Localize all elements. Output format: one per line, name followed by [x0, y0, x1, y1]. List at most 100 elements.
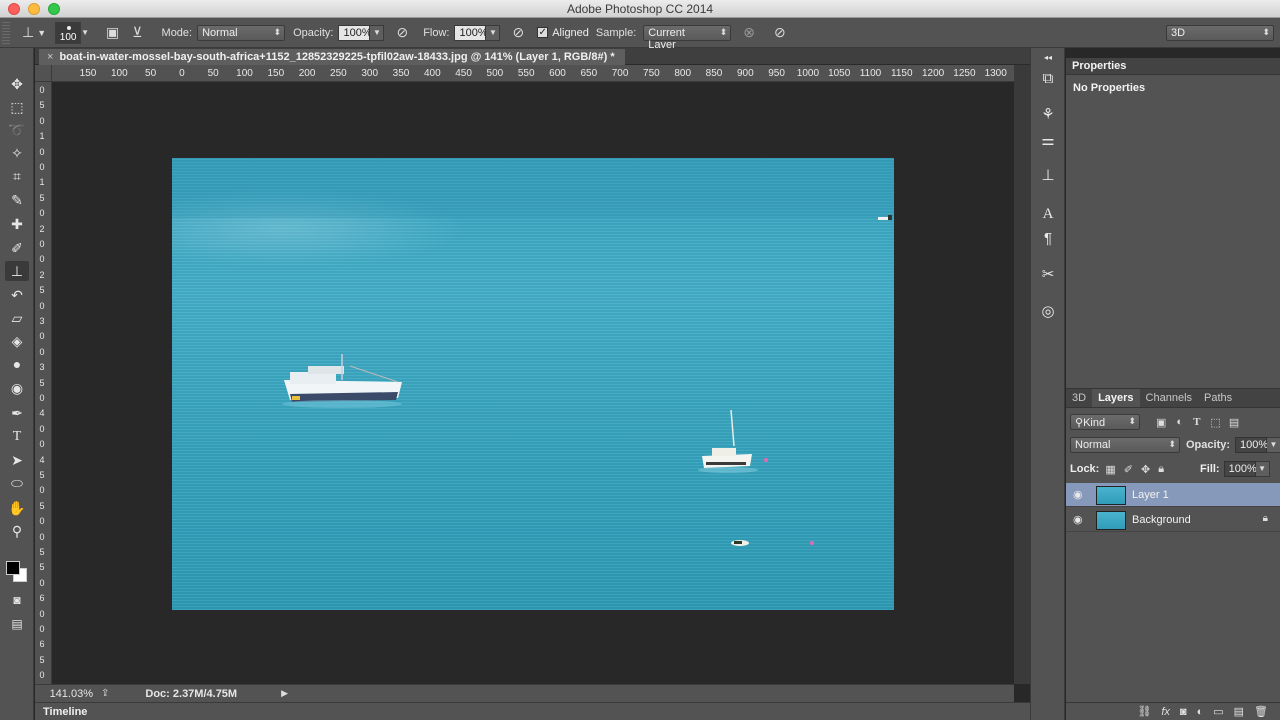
magic-wand-tool-icon[interactable]: ✧	[5, 143, 29, 163]
crop-tool-icon[interactable]: ⌗	[5, 166, 29, 186]
healing-brush-tool-icon[interactable]: ✚	[5, 214, 29, 234]
libraries-panel-icon[interactable]: ◎	[1037, 301, 1059, 323]
tab-layers[interactable]: Layers	[1092, 389, 1140, 407]
character-panel-icon[interactable]: A	[1037, 203, 1059, 225]
close-document-icon[interactable]: ×	[47, 51, 53, 63]
properties-panel-title[interactable]: Properties	[1066, 58, 1280, 75]
pressure-size-icon[interactable]: ⊘	[774, 24, 786, 41]
document-tab[interactable]: × boat-in-water-mossel-bay-south-africa+1…	[39, 49, 625, 65]
tab-channels[interactable]: Channels	[1140, 389, 1198, 407]
path-selection-tool-icon[interactable]: ➤	[5, 450, 29, 470]
filter-shape-icon[interactable]: ⬚	[1210, 416, 1220, 429]
new-group-icon[interactable]: ▭	[1213, 705, 1223, 718]
tab-3d[interactable]: 3D	[1066, 389, 1092, 407]
hand-tool-icon[interactable]: ✋	[5, 498, 29, 518]
lasso-tool-icon[interactable]: ➰	[5, 120, 29, 140]
clone-stamp-tool-icon[interactable]: ⊥	[5, 261, 29, 281]
add-mask-icon[interactable]: ◙	[1180, 706, 1187, 718]
brush-tool-icon[interactable]: ✐	[5, 238, 29, 258]
delete-layer-icon[interactable]: 🗑︎	[1254, 705, 1268, 718]
lock-pixels-icon[interactable]: ✐	[1124, 463, 1133, 476]
layer-opacity-input[interactable]: 100%	[1235, 437, 1268, 453]
vertical-ruler[interactable]: 0 5 0 1 0 0 1 5 0 2 0 0 2 5 0 3 0 0 3 5 0 4 0 0 4 5 0 5 0 0 5 5 0 6 0 0 6 5 0	[35, 82, 52, 684]
history-panel-icon[interactable]: ⧉	[1037, 68, 1059, 90]
clone-source-panel-icon[interactable]: ⊻	[132, 24, 142, 41]
blend-mode-select[interactable]: Normal	[1070, 437, 1180, 453]
ellipse-tool-icon[interactable]: ⬭	[5, 473, 29, 493]
marquee-tool-icon[interactable]: ⬚	[5, 97, 29, 117]
link-layers-icon[interactable]: ⛓	[1137, 705, 1151, 718]
history-brush-tool-icon[interactable]: ↶	[5, 285, 29, 305]
horizontal-ruler[interactable]: 150 100 50 0 50 100 150 200 250 300 350 400 450 500 55…	[52, 65, 1014, 82]
brush-presets-panel-icon[interactable]: ⚘	[1037, 104, 1059, 126]
opacity-slider-toggle[interactable]: ▼	[370, 24, 385, 41]
canvas-area[interactable]	[52, 82, 1014, 684]
filter-adjustment-icon[interactable]: ◐	[1176, 416, 1183, 428]
aligned-checkbox[interactable]: ✓	[537, 27, 549, 38]
airbrush-icon[interactable]: ⊘	[512, 24, 524, 41]
fill-input[interactable]: 100%	[1223, 461, 1257, 477]
type-tool-icon[interactable]: T	[5, 427, 29, 447]
workspace-select[interactable]: 3D	[1166, 25, 1274, 41]
ignore-adjustment-layers-icon[interactable]: ⊗	[743, 24, 755, 41]
paragraph-panel-icon[interactable]: ¶	[1037, 228, 1059, 250]
screen-mode-icon[interactable]: ▤	[5, 614, 29, 634]
eraser-tool-icon[interactable]: ▱	[5, 308, 29, 328]
layer-opacity-toggle[interactable]: ▼	[1267, 437, 1280, 453]
preset-picker-arrow-icon[interactable]: ▼	[37, 28, 46, 38]
aligned-label: Aligned	[552, 26, 589, 39]
layer-filter-select[interactable]: ⚲Kind	[1070, 414, 1140, 430]
brush-preset-picker[interactable]: 100	[55, 21, 82, 44]
dodge-tool-icon[interactable]: ◉	[5, 378, 29, 398]
flow-slider-toggle[interactable]: ▼	[486, 24, 501, 41]
eyedropper-tool-icon[interactable]: ✎	[5, 190, 29, 210]
options-bar-grip[interactable]	[2, 21, 10, 44]
filter-smart-object-icon[interactable]: ▤	[1229, 416, 1239, 429]
timeline-tab[interactable]: Timeline	[43, 706, 87, 718]
fill-toggle[interactable]: ▼	[1255, 461, 1270, 477]
mode-select[interactable]: Normal	[197, 24, 286, 41]
zoom-tool-icon[interactable]: ⚲	[5, 521, 29, 541]
lock-all-icon[interactable]: 🔒︎	[1158, 463, 1164, 476]
clone-stamp-tool-preset-icon[interactable]: ⊥	[22, 24, 34, 41]
tool-presets-panel-icon[interactable]: ✂	[1037, 264, 1059, 286]
lock-position-icon[interactable]: ✥	[1141, 463, 1150, 476]
layer-style-icon[interactable]: fx	[1161, 706, 1170, 718]
pen-tool-icon[interactable]: ✒	[5, 403, 29, 423]
move-tool-icon[interactable]: ✥	[5, 74, 29, 94]
status-menu-arrow-icon[interactable]: ▶	[281, 688, 288, 699]
layer-thumbnail[interactable]	[1096, 511, 1126, 530]
layer-name[interactable]: Layer 1	[1132, 489, 1169, 501]
layer-name[interactable]: Background	[1132, 514, 1191, 526]
clone-source-panel-icon[interactable]: ⊥	[1037, 165, 1059, 187]
ruler-tick-label: 0	[39, 423, 45, 434]
zoom-level[interactable]: 141.03%	[35, 688, 93, 700]
layer-thumbnail[interactable]	[1096, 486, 1126, 505]
layer-lock-icon[interactable]: 🔒︎	[1263, 513, 1268, 524]
vertical-scrollbar[interactable]	[1014, 65, 1030, 684]
adjustments-panel-icon[interactable]: ⚌	[1037, 130, 1059, 152]
document-image[interactable]	[172, 158, 894, 610]
pressure-opacity-icon[interactable]: ⊘	[396, 24, 408, 41]
filter-type-icon[interactable]: T	[1193, 416, 1200, 428]
new-layer-icon[interactable]: ▤	[1234, 705, 1244, 718]
share-icon[interactable]: ⇪	[101, 688, 109, 699]
visibility-eye-icon[interactable]: ◉	[1073, 488, 1085, 501]
quick-mask-icon[interactable]: ◙	[5, 590, 29, 610]
blur-tool-icon[interactable]: ●	[5, 354, 29, 374]
sample-select[interactable]: Current Layer	[643, 24, 732, 51]
flow-input[interactable]: 100%	[454, 24, 488, 41]
brush-picker-arrow-icon[interactable]: ▼	[81, 28, 89, 37]
opacity-input[interactable]: 100%	[338, 24, 372, 41]
visibility-eye-icon[interactable]: ◉	[1073, 513, 1085, 526]
collapse-panels-icon[interactable]: ◂◂	[1037, 54, 1059, 62]
new-adjustment-layer-icon[interactable]: ◐	[1197, 706, 1204, 718]
tab-paths[interactable]: Paths	[1198, 389, 1238, 407]
layer-row-layer-1[interactable]: ◉ Layer 1	[1066, 483, 1280, 507]
layer-row-background[interactable]: ◉ Background 🔒︎	[1066, 508, 1280, 532]
paint-bucket-tool-icon[interactable]: ◈	[5, 331, 29, 351]
filter-pixel-icon[interactable]: ▣	[1156, 416, 1166, 429]
ruler-origin[interactable]	[35, 65, 52, 82]
lock-transparent-icon[interactable]: ▦	[1105, 463, 1115, 476]
brush-panel-toggle-icon[interactable]: ▣	[106, 24, 119, 41]
